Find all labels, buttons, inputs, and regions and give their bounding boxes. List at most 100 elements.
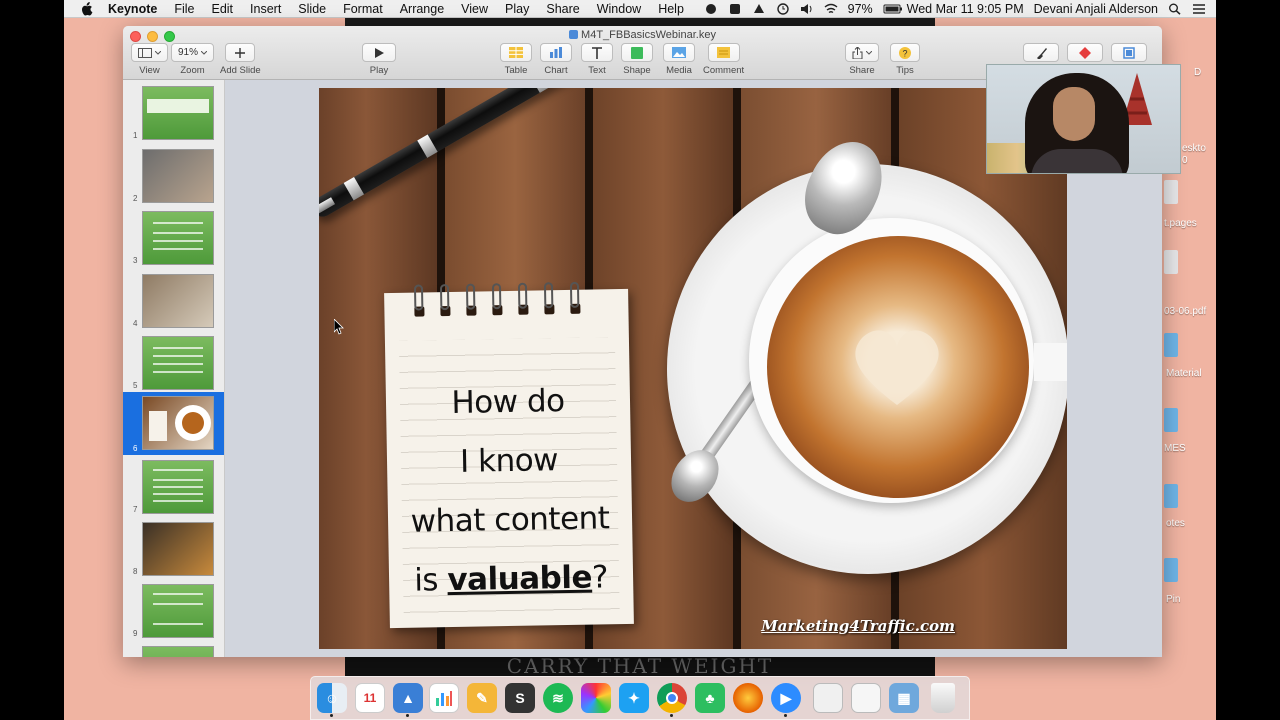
chrome-icon[interactable] <box>657 683 687 713</box>
status-area: 97% Wed Mar 11 9:05 PM Devani Anjali Ald… <box>704 0 1206 18</box>
chart-button[interactable] <box>540 43 572 62</box>
desktop: Keynote File Edit Insert Slide Format Ar… <box>64 0 1216 720</box>
media-icon <box>672 47 686 58</box>
menu-file[interactable]: File <box>174 2 194 16</box>
zoom-select[interactable]: 91% <box>171 43 215 62</box>
evernote-icon[interactable]: ♣ <box>695 683 725 713</box>
spiral-ring <box>491 283 502 310</box>
notification-center-icon[interactable] <box>1192 3 1206 15</box>
share-icon <box>852 46 863 59</box>
slide-number: 1 <box>133 131 138 140</box>
document-button[interactable] <box>1111 43 1147 62</box>
question-emphasis: valuable <box>447 559 593 599</box>
pages-icon[interactable]: ✎ <box>467 683 497 713</box>
twitter-icon[interactable]: ✦ <box>619 683 649 713</box>
desktop-folder-icon[interactable] <box>1164 333 1178 357</box>
desktop-label[interactable]: Material <box>1166 368 1202 379</box>
play-button[interactable] <box>362 43 396 62</box>
volume-icon[interactable] <box>800 3 814 15</box>
format-button[interactable] <box>1023 43 1059 62</box>
menu-app-name[interactable]: Keynote <box>108 2 157 16</box>
slide-thumbnail[interactable]: 7 <box>123 456 224 516</box>
desktop-label[interactable]: D <box>1194 67 1201 78</box>
color-picker-icon[interactable] <box>581 683 611 713</box>
media-button[interactable] <box>663 43 695 62</box>
text-button[interactable] <box>581 43 613 62</box>
desktop-folder-icon[interactable] <box>1164 558 1178 582</box>
keynote-icon[interactable]: ▲ <box>393 683 423 713</box>
desktop-file-icon[interactable] <box>1164 180 1178 204</box>
menu-slide[interactable]: Slide <box>298 2 326 16</box>
menu-share[interactable]: Share <box>546 2 579 16</box>
desktop-label[interactable]: 0 <box>1182 155 1188 166</box>
trash-icon[interactable] <box>931 683 955 713</box>
firefox-icon[interactable] <box>733 683 763 713</box>
slide-question[interactable]: How do I know what content is valuable? <box>396 371 624 611</box>
zoom-control: 91% Zoom <box>171 43 215 76</box>
plus-icon <box>235 47 246 58</box>
menu-format[interactable]: Format <box>343 2 383 16</box>
slide-thumbnail[interactable]: 1 <box>123 82 224 142</box>
spotlight-search-icon[interactable] <box>1168 3 1182 15</box>
menu-insert[interactable]: Insert <box>250 2 281 16</box>
desktop-label[interactable]: Pin <box>1166 594 1180 605</box>
clock[interactable]: Wed Mar 11 9:05 PM <box>907 2 1024 16</box>
slide-thumbnail-selected[interactable]: 6 <box>123 392 224 455</box>
menu-arrange[interactable]: Arrange <box>400 2 444 16</box>
slide-thumbnail[interactable] <box>123 642 224 657</box>
user-name[interactable]: Devani Anjali Alderson <box>1034 2 1158 16</box>
menu-help[interactable]: Help <box>658 2 684 16</box>
desktop-label[interactable]: eskto <box>1182 143 1206 154</box>
numbers-icon[interactable] <box>429 683 459 713</box>
text-icon <box>592 46 602 59</box>
spotify-icon[interactable]: ≋ <box>543 683 573 713</box>
battery-icon[interactable] <box>883 3 902 15</box>
wifi-icon[interactable] <box>824 3 838 15</box>
desktop-label[interactable]: t.pages <box>1164 218 1197 229</box>
document-stack-icon[interactable] <box>813 683 843 713</box>
slide-thumbnail[interactable]: 8 <box>123 518 224 578</box>
media-control: Media <box>663 43 695 76</box>
menu-edit[interactable]: Edit <box>211 2 233 16</box>
downloads-stack-icon[interactable] <box>851 683 881 713</box>
calendar-icon[interactable]: 11 <box>355 683 385 713</box>
zoom-icon[interactable]: ▶ <box>771 683 801 713</box>
desktop-label[interactable]: MES <box>1164 443 1186 454</box>
status-extra-icon-3[interactable] <box>752 3 766 15</box>
comment-button[interactable] <box>707 43 740 62</box>
animate-button[interactable] <box>1067 43 1103 62</box>
tips-button[interactable]: ? <box>890 43 920 62</box>
play-label: Play <box>369 65 389 76</box>
desktop-folder-icon[interactable] <box>1164 484 1178 508</box>
menu-window[interactable]: Window <box>597 2 641 16</box>
scrivener-icon[interactable]: S <box>505 683 535 713</box>
applications-stack-icon[interactable]: ▦ <box>889 683 919 713</box>
table-button[interactable] <box>500 43 532 62</box>
slide-thumbnail[interactable]: 5 <box>123 332 224 392</box>
slide-number: 3 <box>133 256 138 265</box>
apple-menu-icon[interactable] <box>80 1 94 16</box>
share-button[interactable] <box>845 43 879 62</box>
slide-thumbnail[interactable]: 2 <box>123 145 224 205</box>
menu-view[interactable]: View <box>461 2 488 16</box>
format-control <box>1023 43 1059 62</box>
current-slide[interactable]: How do I know what content is valuable? … <box>319 88 1067 649</box>
desktop-label[interactable]: otes <box>1166 518 1185 529</box>
finder-icon[interactable]: ☺ <box>317 683 347 713</box>
document-title-text: M4T_FBBasicsWebinar.key <box>581 29 716 41</box>
menu-play[interactable]: Play <box>505 2 529 16</box>
status-extra-icon-2[interactable] <box>728 3 742 15</box>
question-line-3: what content <box>410 500 610 540</box>
slide-thumbnail[interactable]: 3 <box>123 207 224 267</box>
desktop-label[interactable]: 03-06.pdf <box>1164 306 1206 317</box>
desktop-folder-icon[interactable] <box>1164 408 1178 432</box>
shape-button[interactable] <box>621 43 653 62</box>
add-slide-button[interactable] <box>225 43 256 62</box>
time-machine-icon[interactable] <box>776 3 790 15</box>
view-button[interactable] <box>131 43 168 62</box>
slide-thumbnail[interactable]: 9 <box>123 580 224 640</box>
slide-watermark[interactable]: Marketing4Traffic.com <box>761 617 955 635</box>
slide-thumbnail[interactable]: 4 <box>123 270 224 330</box>
desktop-file-icon[interactable] <box>1164 250 1178 274</box>
status-extra-icon-1[interactable] <box>704 3 718 15</box>
